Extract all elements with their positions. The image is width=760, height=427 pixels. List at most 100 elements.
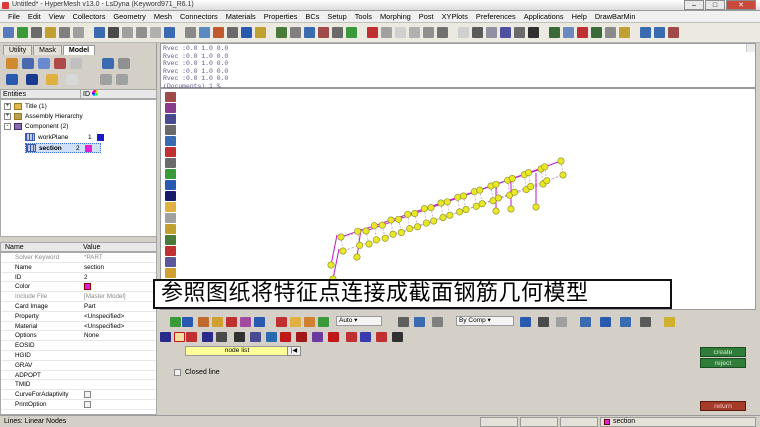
import-icon[interactable] — [640, 27, 651, 38]
menu-connectors[interactable]: Connectors — [176, 12, 222, 21]
panel-tool-icon[interactable] — [414, 317, 425, 327]
maximize-button[interactable]: □ — [705, 0, 725, 10]
rebar-node[interactable] — [472, 202, 480, 210]
rebar-node[interactable] — [420, 205, 428, 213]
folder-icon[interactable] — [619, 27, 630, 38]
closed-line-option[interactable]: Closed line — [174, 369, 220, 376]
return-button[interactable]: return — [700, 401, 746, 411]
rebar-node[interactable] — [427, 204, 435, 212]
panel-line-tool-icon[interactable] — [296, 332, 307, 342]
property-value[interactable]: [Master Model] — [84, 293, 126, 300]
panel-tool-icon[interactable] — [226, 317, 237, 327]
export-icon[interactable] — [654, 27, 665, 38]
menu-file[interactable]: File — [4, 12, 24, 21]
rebar-node[interactable] — [327, 261, 335, 269]
tree-node-section[interactable]: section 2 — [25, 143, 101, 153]
panel-tool-icon[interactable] — [432, 317, 443, 327]
vertical-tool-icon[interactable] — [165, 136, 176, 146]
rebar-node[interactable] — [378, 221, 386, 229]
menu-tools[interactable]: Tools — [351, 12, 376, 21]
vertical-tool-icon[interactable] — [165, 224, 176, 234]
mesh-icon[interactable] — [3, 27, 14, 38]
display-all-icon[interactable] — [102, 58, 114, 69]
vertical-tool-icon[interactable] — [165, 158, 176, 168]
parts-view-icon[interactable] — [38, 58, 50, 69]
panel-tool-icon[interactable] — [556, 317, 567, 327]
rebar-node[interactable] — [362, 227, 370, 235]
find-icon[interactable] — [346, 27, 357, 38]
property-checkbox[interactable] — [84, 391, 91, 399]
right-view-icon[interactable] — [472, 27, 483, 38]
rebar-node[interactable] — [337, 233, 345, 241]
property-row[interactable]: HGID — [1, 351, 156, 361]
view-front-icon[interactable] — [164, 27, 175, 38]
iso-view-icon[interactable] — [381, 27, 392, 38]
property-row[interactable]: EOSID — [1, 341, 156, 351]
rebar-node[interactable] — [353, 253, 361, 261]
fit-icon[interactable] — [122, 27, 133, 38]
unmask-icon[interactable] — [332, 27, 343, 38]
panel-tool-icon[interactable] — [664, 317, 675, 327]
panel-line-tool-icon[interactable] — [202, 332, 213, 342]
rebar-node[interactable] — [510, 188, 518, 196]
rebar-node[interactable] — [462, 206, 470, 214]
panel-tool-icon[interactable] — [212, 317, 223, 327]
panel-line-tool-icon[interactable] — [174, 332, 185, 342]
current-component[interactable]: section — [604, 418, 635, 425]
rebar-node[interactable] — [492, 207, 500, 215]
panel-tool-icon[interactable] — [620, 317, 631, 327]
panel-tool-icon[interactable] — [600, 317, 611, 327]
vertical-tool-icon[interactable] — [165, 103, 176, 113]
rebar-node[interactable] — [524, 169, 532, 177]
rebar-node[interactable] — [532, 203, 540, 211]
panel-line-tool-icon[interactable] — [346, 332, 357, 342]
plot-icon[interactable] — [591, 27, 602, 38]
property-row[interactable]: PrintOption — [1, 400, 156, 410]
panel-line-tool-icon[interactable] — [186, 332, 197, 342]
rebar-node[interactable] — [370, 222, 378, 230]
menu-properties[interactable]: Properties — [260, 12, 302, 21]
show-icon[interactable] — [100, 74, 112, 85]
panel-line-tool-icon[interactable] — [266, 332, 277, 342]
menu-preferences[interactable]: Preferences — [472, 12, 520, 21]
rebar-node[interactable] — [454, 193, 462, 201]
vertical-tool-icon[interactable] — [165, 92, 176, 102]
delete-icon[interactable] — [367, 27, 378, 38]
color-swatch[interactable] — [84, 283, 91, 291]
vertical-tool-icon[interactable] — [165, 125, 176, 135]
vertical-scrollbar[interactable] — [746, 44, 755, 52]
collapse-icon[interactable]: - — [4, 123, 11, 130]
expand-icon[interactable]: + — [4, 113, 11, 120]
rebar-node[interactable] — [414, 223, 422, 231]
property-row[interactable]: GRAV — [1, 361, 156, 371]
color-by-dropdown[interactable]: By Comp ▾ — [456, 316, 514, 326]
property-row[interactable]: Name section — [1, 263, 156, 273]
menu-drawbarmin[interactable]: DrawBarMin — [591, 12, 640, 21]
menu-bcs[interactable]: BCs — [301, 12, 323, 21]
zoom-out-icon[interactable] — [108, 27, 119, 38]
property-value[interactable]: <Unspecified> — [84, 313, 124, 320]
filter-icon[interactable] — [54, 58, 66, 69]
property-value[interactable]: <Unspecified> — [84, 323, 124, 330]
save-icon[interactable] — [605, 27, 616, 38]
value-column-header[interactable]: Value — [83, 244, 100, 251]
collapse-tree-icon[interactable] — [26, 74, 38, 85]
property-row[interactable]: Color — [1, 282, 156, 293]
left-view-icon[interactable] — [458, 27, 469, 38]
rebar-node[interactable] — [557, 157, 565, 165]
back-view-icon[interactable] — [437, 27, 448, 38]
menu-setup[interactable]: Setup — [323, 12, 350, 21]
display-mode-dropdown[interactable]: Auto ▾ — [336, 316, 382, 326]
model-icon[interactable] — [577, 27, 588, 38]
panel-tool-icon[interactable] — [170, 317, 181, 327]
rebar-node[interactable] — [507, 205, 515, 213]
menu-morphing[interactable]: Morphing — [376, 12, 415, 21]
property-row[interactable]: CurveForAdaptivity — [1, 390, 156, 400]
tab-mask[interactable]: Mask — [33, 45, 62, 55]
perspective-icon[interactable] — [227, 27, 238, 38]
rebar-node[interactable] — [437, 199, 445, 207]
rebar-node[interactable] — [339, 247, 347, 255]
view-left-icon[interactable] — [199, 27, 210, 38]
vertical-tool-icon[interactable] — [165, 246, 176, 256]
menu-mesh[interactable]: Mesh — [150, 12, 176, 21]
